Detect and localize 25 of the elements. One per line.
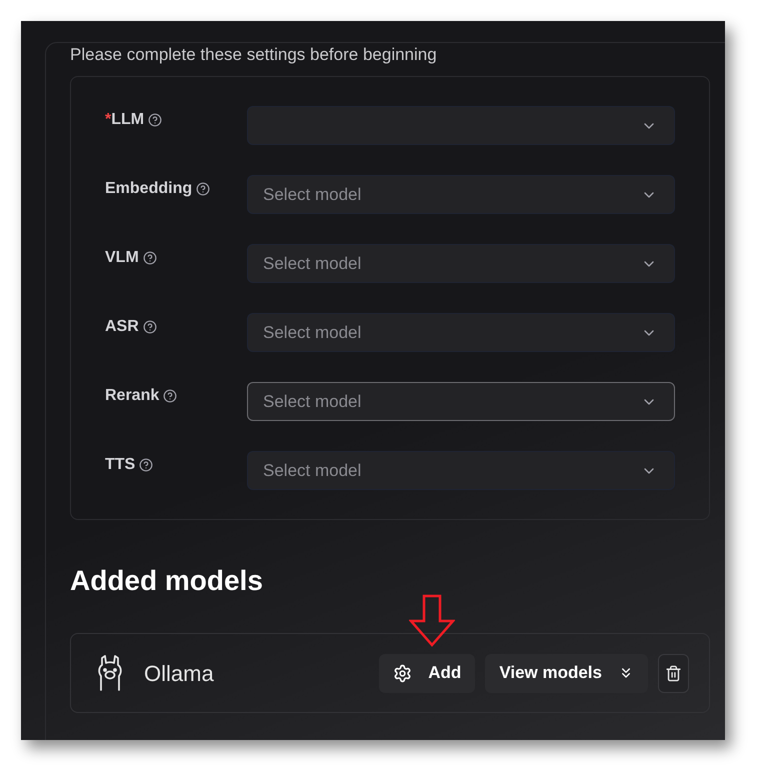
field-label: *LLM	[105, 110, 144, 130]
trash-icon	[665, 664, 682, 682]
help-icon[interactable]	[196, 182, 210, 196]
help-icon[interactable]	[142, 251, 157, 265]
add-button[interactable]: Add	[379, 654, 476, 692]
help-icon[interactable]	[163, 389, 178, 403]
model-select[interactable]: Select model	[247, 175, 675, 214]
model-select[interactable]: Select model	[247, 244, 675, 283]
delete-button[interactable]	[658, 654, 689, 692]
model-select[interactable]: Select model	[247, 382, 675, 421]
help-icon[interactable]	[148, 113, 162, 127]
settings-icon	[393, 664, 412, 682]
intro-text: Please complete these settings before beginning	[70, 44, 438, 66]
field-label: Rerank	[105, 386, 160, 406]
section-title: Added models	[70, 564, 264, 598]
field-label: Embedding	[105, 179, 192, 199]
field-label: TTS	[105, 455, 136, 475]
help-icon[interactable]	[142, 320, 157, 334]
field-label: VLM	[105, 248, 139, 268]
field-label: ASR	[105, 317, 139, 337]
model-select[interactable]: Select model	[247, 313, 675, 352]
help-icon[interactable]	[139, 458, 154, 472]
model-select[interactable]: Select model	[247, 451, 675, 490]
provider-name: Ollama	[144, 660, 214, 688]
view-models-button[interactable]: View models	[485, 654, 648, 692]
